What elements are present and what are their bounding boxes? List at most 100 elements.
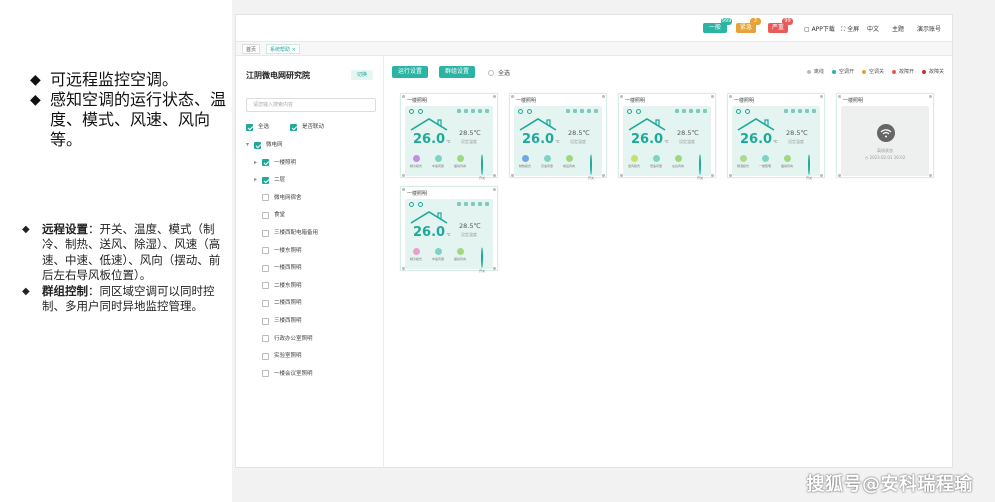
ac-card[interactable]: 一楼照明 26.0℃ 28.5℃ 设定温度 除湿模式 一楼照明 摆动风向 开关 (727, 93, 825, 180)
mode-button[interactable]: 中速风量 (431, 248, 445, 273)
run-settings-button[interactable]: 运行设置 (392, 66, 428, 78)
search-icon[interactable] (418, 202, 423, 207)
search-icon[interactable] (636, 109, 641, 114)
search-icon[interactable] (527, 109, 532, 114)
checkbox-icon[interactable] (262, 211, 269, 219)
mode-button[interactable]: 中速风量 (431, 155, 445, 180)
status-dot-icon (806, 69, 811, 74)
search-icon[interactable] (745, 109, 750, 114)
tab-home[interactable]: 首页 (242, 44, 261, 54)
mode-button[interactable]: 制冷模式 (409, 248, 423, 273)
power-small-icon[interactable] (518, 109, 523, 114)
power-button[interactable]: 开关 (475, 154, 489, 180)
tree-node[interactable]: 三楼西照明 (254, 316, 302, 326)
chevron-down-icon[interactable]: ▾ (246, 140, 254, 150)
mode-button[interactable]: 低速风量 (649, 155, 663, 180)
current-temperature: 26.0℃ (522, 132, 560, 147)
tree-node[interactable]: 实验室照明 (254, 351, 302, 361)
select-all-checkbox[interactable]: 全选 (246, 122, 269, 132)
tree-node[interactable]: 行政办公室照明 (254, 334, 313, 344)
checkbox-icon[interactable] (262, 335, 269, 343)
mode-button[interactable]: 摆动风向 (453, 155, 467, 180)
mode-button[interactable]: 摆动风向 (780, 155, 794, 180)
ac-card[interactable]: 一楼照明 26.0℃ 28.5℃ 设定温度 制冷模式 中速风量 摆动风向 开关 (400, 186, 498, 273)
mode-button[interactable]: 送风模式 (627, 155, 641, 180)
search-icon[interactable] (418, 109, 423, 114)
set-temperature[interactable]: 28.5℃ (677, 129, 699, 137)
mode-button[interactable]: 前后风向 (562, 155, 576, 180)
badge-label: 一般 (708, 24, 721, 31)
checkbox-icon[interactable] (262, 159, 269, 167)
mode-button[interactable]: 制热模式 (518, 155, 532, 180)
mode-controls: 制冷模式 中速风量 摆动风向 开关 (409, 154, 489, 180)
checkbox-icon[interactable] (262, 317, 269, 325)
ac-card[interactable]: 一楼照明 26.0℃ 28.5℃ 设定温度 送风模式 低速风量 左右风向 开关 (618, 93, 716, 180)
checkbox-icon[interactable] (262, 370, 269, 378)
mode-button[interactable]: 除湿模式 (736, 155, 750, 180)
mode-button[interactable]: 制冷模式 (409, 155, 423, 180)
power-button[interactable]: 开关 (802, 154, 816, 180)
checkbox-icon[interactable] (262, 352, 269, 360)
header-link-2[interactable]: 中文 (867, 24, 879, 33)
corner-handle (711, 95, 714, 98)
tree-node[interactable]: 食堂 (254, 210, 285, 220)
mode-button[interactable]: 左右风向 (671, 155, 685, 180)
select-all-radio[interactable]: 全选 (488, 68, 510, 77)
checkbox-icon[interactable] (262, 194, 269, 202)
mode-icon (521, 155, 529, 162)
set-temperature[interactable]: 28.5℃ (568, 129, 590, 137)
power-small-icon[interactable] (409, 109, 414, 114)
alert-badge-0[interactable]: 一般 999 (703, 18, 732, 33)
ac-card[interactable]: 一楼照明 26.0℃ 28.5℃ 设定温度 制冷模式 中速风量 摆动风向 开关 (400, 93, 498, 180)
checkbox-icon[interactable] (254, 141, 261, 149)
checkbox-icon[interactable] (262, 264, 269, 272)
power-button[interactable]: 开关 (584, 154, 598, 180)
power-small-icon[interactable] (409, 202, 414, 207)
tree-node[interactable]: 微电网宿舍 (254, 193, 302, 203)
tree-node[interactable]: 一楼东照明 (254, 246, 302, 256)
checkbox-icon[interactable] (262, 229, 269, 237)
mode-button[interactable]: 一楼照明 (758, 155, 772, 180)
tree-node[interactable]: 一楼会议室照明 (254, 369, 313, 379)
checkbox-icon[interactable] (262, 247, 269, 255)
tree-node[interactable]: ▸ 二层 (254, 175, 285, 185)
checkbox-icon[interactable] (262, 299, 269, 307)
tree-node[interactable]: ▾ 微电网 (246, 140, 283, 150)
switch-button[interactable]: 切换 (351, 70, 373, 80)
diamond-icon: ◆ (30, 92, 41, 108)
power-button[interactable]: 开关 (475, 247, 489, 273)
status-dot-icon (831, 69, 836, 74)
mode-button[interactable]: 摆动风向 (453, 248, 467, 273)
checkbox-icon[interactable] (262, 282, 269, 290)
tree-node[interactable]: 一楼西照明 (254, 263, 302, 273)
set-temperature[interactable]: 28.5℃ (786, 129, 808, 137)
chevron-right-icon[interactable]: ▸ (254, 175, 262, 185)
power-button[interactable]: 开关 (693, 154, 707, 180)
set-temperature[interactable]: 28.5℃ (459, 222, 481, 230)
power-small-icon[interactable] (627, 109, 632, 114)
header-link-4[interactable]: 演示账号 (917, 24, 941, 33)
tree-node[interactable]: 二楼西照明 (254, 298, 302, 308)
ac-card[interactable]: 一楼照明 离线状态 ◷ 2023.02.01 16:02 (836, 93, 934, 178)
cascade-checkbox[interactable]: 是否联动 (290, 122, 324, 132)
card-title: 一楼照明 (625, 98, 646, 104)
power-small-icon[interactable] (736, 109, 741, 114)
header-link-3[interactable]: 主题 (892, 24, 904, 33)
tab-help[interactable]: 系统帮助 × (266, 44, 300, 54)
search-input[interactable]: 请您输入搜索内容 (246, 98, 376, 112)
corner-handle (493, 267, 496, 270)
ac-card[interactable]: 一楼照明 26.0℃ 28.5℃ 设定温度 制热模式 高速风量 前后风向 开关 (509, 93, 607, 180)
header-link-1[interactable]: ⛶ 全屏 (841, 24, 859, 34)
tree-node[interactable]: 二楼东照明 (254, 281, 302, 291)
alert-badge-1[interactable]: 紧急 2 (736, 18, 761, 33)
checkbox-icon[interactable] (262, 176, 269, 184)
tree-node[interactable]: ▸ 一楼照明 (254, 158, 296, 168)
set-temperature[interactable]: 28.5℃ (459, 129, 481, 137)
group-settings-button[interactable]: 群组设置 (439, 66, 475, 78)
mode-button[interactable]: 高速风量 (540, 155, 554, 180)
alert-badge-2[interactable]: 严重 99 (768, 18, 793, 33)
tree-node[interactable]: 三楼西配电箱备用 (254, 228, 318, 238)
chevron-right-icon[interactable]: ▸ (254, 158, 262, 168)
card-title: 一楼照明 (516, 98, 537, 104)
header-link-0[interactable]: ▢ APP下载 (804, 24, 835, 33)
